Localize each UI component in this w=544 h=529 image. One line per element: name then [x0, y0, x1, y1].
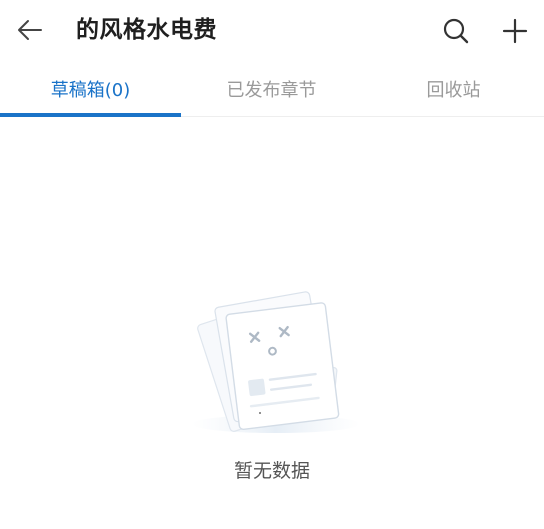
plus-icon	[502, 18, 528, 44]
empty-documents-icon	[192, 291, 360, 433]
search-icon	[443, 18, 469, 44]
page-title: 的风格水电费	[76, 17, 217, 43]
arrow-left-icon	[18, 20, 42, 40]
back-button[interactable]	[12, 12, 48, 48]
tab-recycle-bin[interactable]: 回收站	[363, 62, 544, 116]
app-screen: 的风格水电费 草稿箱(0) 已发布章节 回收站 暂无数据	[0, 0, 544, 529]
top-bar: 的风格水电费	[0, 0, 544, 62]
active-tab-indicator	[0, 113, 181, 117]
tab-bar: 草稿箱(0) 已发布章节 回收站	[0, 62, 544, 117]
add-button[interactable]	[495, 11, 535, 51]
tab-published-chapters[interactable]: 已发布章节	[181, 62, 362, 116]
empty-state-text: 暂无数据	[233, 460, 310, 482]
tab-drafts[interactable]: 草稿箱(0)	[0, 62, 181, 116]
search-button[interactable]	[436, 11, 476, 51]
